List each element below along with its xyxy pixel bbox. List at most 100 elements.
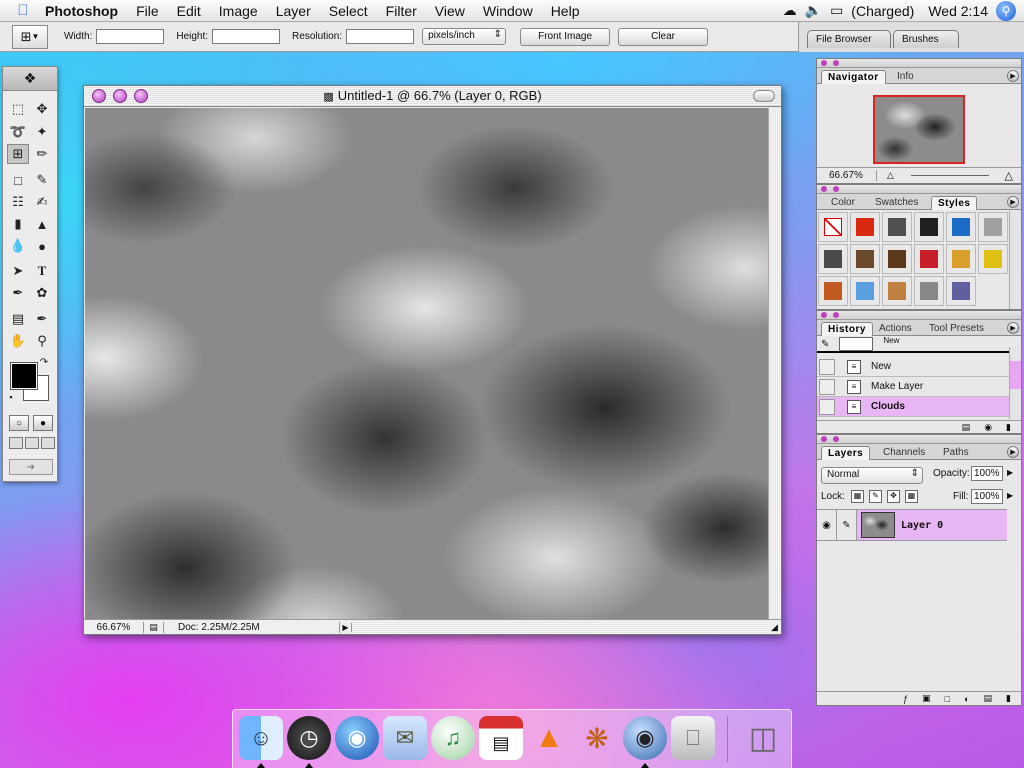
- zoom-tool-icon[interactable]: ⚲: [31, 331, 53, 351]
- safari-globe-icon[interactable]: ◉: [335, 716, 379, 760]
- style-swatch[interactable]: [850, 212, 880, 242]
- tab-actions[interactable]: Actions: [873, 322, 918, 336]
- clone-stamp-tool-icon[interactable]: ☷: [7, 192, 29, 212]
- history-brush-source-checkbox[interactable]: [819, 378, 835, 395]
- menu-filter[interactable]: Filter: [377, 3, 426, 19]
- menu-help[interactable]: Help: [542, 3, 589, 19]
- layer-row[interactable]: ◉ ✎ Layer 0: [817, 509, 1007, 541]
- zoom-slider[interactable]: [911, 175, 989, 176]
- zoom-window-icon[interactable]: [134, 89, 148, 103]
- history-brush-source-checkbox[interactable]: [819, 398, 835, 415]
- canvas-clouds-image[interactable]: [85, 108, 768, 619]
- toolbox-header-icon[interactable]: ❖: [3, 67, 57, 91]
- healing-brush-tool-icon[interactable]: □: [7, 170, 29, 190]
- history-brush-source-checkbox[interactable]: [819, 358, 835, 375]
- minimize-palette-icon[interactable]: [833, 60, 839, 66]
- palette-title-bar[interactable]: [817, 311, 1021, 320]
- style-swatch[interactable]: [946, 276, 976, 306]
- well-brushes[interactable]: Brushes: [893, 30, 959, 48]
- horizontal-scrollbar[interactable]: [352, 620, 768, 634]
- move-tool-icon[interactable]: ✥: [31, 99, 53, 119]
- tab-styles[interactable]: Styles: [931, 196, 978, 210]
- palette-title-bar[interactable]: [817, 59, 1021, 68]
- standard-screen-icon[interactable]: [9, 437, 23, 449]
- zoom-in-icon[interactable]: △: [1005, 169, 1013, 182]
- style-swatch[interactable]: [882, 244, 912, 274]
- battery-icon[interactable]: ▭: [830, 2, 843, 19]
- pen-tool-icon[interactable]: ✒: [7, 283, 29, 303]
- close-window-icon[interactable]: [92, 89, 106, 103]
- marquee-tool-icon[interactable]: ⬚: [7, 99, 29, 119]
- style-swatch[interactable]: [914, 244, 944, 274]
- new-document-from-state-icon[interactable]: ▤: [962, 422, 971, 433]
- tab-navigator[interactable]: Navigator: [821, 70, 886, 84]
- new-adjustment-layer-icon[interactable]: ◐: [964, 694, 969, 704]
- zoom-out-icon[interactable]: △: [887, 170, 894, 181]
- history-state-make-layer[interactable]: ≡ Make Layer: [817, 377, 1011, 397]
- style-swatch[interactable]: [882, 276, 912, 306]
- style-swatch[interactable]: [914, 212, 944, 242]
- fill-slider-arrow-icon[interactable]: ▶: [1007, 491, 1013, 500]
- ical-calendar-icon[interactable]: ▤: [479, 716, 523, 760]
- fill-field[interactable]: 100%: [971, 489, 1003, 504]
- layer-thumbnail[interactable]: [861, 512, 895, 538]
- paint-bucket-tool-icon[interactable]: ▲: [31, 214, 53, 234]
- history-state-clouds[interactable]: ≡ Clouds: [817, 397, 1011, 417]
- vertical-scrollbar[interactable]: [768, 108, 781, 619]
- crop-tool-icon[interactable]: ⊞: [7, 144, 29, 164]
- styles-scrollbar[interactable]: [1009, 211, 1021, 309]
- brush-tool-icon[interactable]: ✎: [31, 170, 53, 190]
- style-swatch[interactable]: [818, 276, 848, 306]
- close-palette-icon[interactable]: [821, 312, 827, 318]
- opacity-slider-arrow-icon[interactable]: ▶: [1007, 468, 1013, 477]
- style-swatch-none[interactable]: [818, 212, 848, 242]
- menu-edit[interactable]: Edit: [168, 3, 210, 19]
- menu-window[interactable]: Window: [474, 3, 542, 19]
- minimize-palette-icon[interactable]: [833, 312, 839, 318]
- full-screen-menu-icon[interactable]: [25, 437, 39, 449]
- full-screen-icon[interactable]: [41, 437, 55, 449]
- mail-stamp-icon[interactable]: ✉: [383, 716, 427, 760]
- minimize-palette-icon[interactable]: [833, 436, 839, 442]
- lock-transparency-icon[interactable]: ▦: [851, 490, 864, 503]
- minimize-window-icon[interactable]: [113, 89, 127, 103]
- vlc-cone-icon[interactable]: ▲: [527, 716, 571, 760]
- toolbar-toggle-button[interactable]: [753, 90, 775, 102]
- front-image-button[interactable]: Front Image: [520, 27, 611, 46]
- dashboard-icon[interactable]: ◷: [287, 716, 331, 760]
- minimize-palette-icon[interactable]: [833, 186, 839, 192]
- palette-menu-arrow-icon[interactable]: ▶: [1007, 70, 1019, 82]
- style-swatch[interactable]: [850, 244, 880, 274]
- style-swatch[interactable]: [946, 212, 976, 242]
- height-field[interactable]: [212, 29, 281, 44]
- new-layer-icon[interactable]: ▤: [984, 693, 993, 704]
- layer-brush-icon[interactable]: ✎: [837, 510, 857, 540]
- style-swatch[interactable]: [850, 276, 880, 306]
- layer-name[interactable]: Layer 0: [901, 520, 943, 531]
- palette-title-bar[interactable]: [817, 435, 1021, 444]
- swap-colors-icon[interactable]: ↷: [37, 355, 51, 369]
- delete-state-icon[interactable]: ▮: [1006, 422, 1011, 433]
- close-palette-icon[interactable]: [821, 60, 827, 66]
- style-swatch[interactable]: [818, 244, 848, 274]
- wifi-icon[interactable]: ☁: [783, 2, 797, 19]
- tab-history[interactable]: History: [821, 322, 873, 336]
- default-colors-icon[interactable]: ▪: [5, 391, 17, 403]
- photoshop-app-icon[interactable]: ◉: [623, 716, 667, 760]
- slice-tool-icon[interactable]: ✏: [31, 144, 53, 164]
- navigator-zoom-field[interactable]: 66.67%: [817, 170, 877, 181]
- foreground-color-swatch[interactable]: [10, 362, 38, 390]
- notes-tool-icon[interactable]: ▤: [7, 309, 29, 329]
- zoom-level-field[interactable]: 66.67%: [84, 621, 144, 633]
- jump-to-imageready-icon[interactable]: ➜: [9, 459, 53, 475]
- close-palette-icon[interactable]: [821, 436, 827, 442]
- tab-color[interactable]: Color: [825, 196, 861, 210]
- document-title-bar[interactable]: ▩ Untitled-1 @ 66.7% (Layer 0, RGB): [84, 86, 781, 107]
- width-field[interactable]: [96, 29, 165, 44]
- menu-file[interactable]: File: [127, 3, 168, 19]
- itunes-icon[interactable]: ♫: [431, 716, 475, 760]
- blend-mode-select[interactable]: Normal: [821, 467, 923, 484]
- add-mask-icon[interactable]: ▣: [922, 693, 931, 704]
- opacity-field[interactable]: 100%: [971, 466, 1003, 481]
- eraser-tool-icon[interactable]: ▮: [7, 214, 29, 234]
